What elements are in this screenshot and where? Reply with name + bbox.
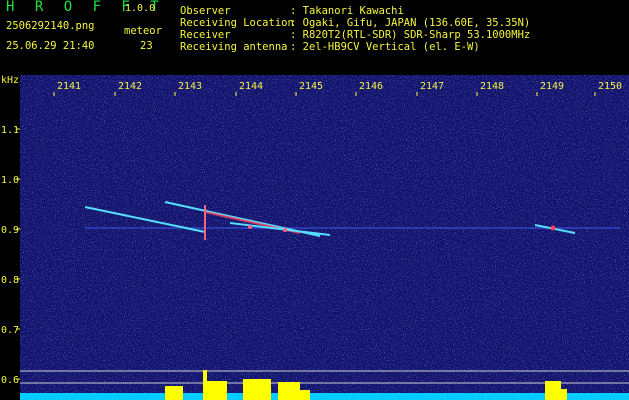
location-label: Receiving Location bbox=[180, 17, 294, 29]
y-axis-strip bbox=[0, 75, 20, 400]
y-tick-0-6: 0.6 bbox=[1, 375, 19, 386]
x-tick-2142: 2142 bbox=[118, 81, 142, 92]
y-tick-0-8: 0.8 bbox=[1, 275, 19, 286]
x-tick-2148: 2148 bbox=[480, 81, 504, 92]
meteor-count: 23 bbox=[140, 40, 153, 52]
y-tick-0-9: 0.9 bbox=[1, 225, 19, 236]
x-tick-2147: 2147 bbox=[420, 81, 444, 92]
observer-value: : Takanori Kawachi bbox=[290, 5, 404, 17]
observer-label: Observer bbox=[180, 5, 231, 17]
spectrogram-plot: kHz 1.1 1.0 0.9 0.8 0.7 0.6 2141 2142 21… bbox=[0, 75, 629, 400]
echo-core bbox=[283, 228, 287, 232]
noise-texture bbox=[20, 75, 629, 400]
y-tick-1-0: 1.0 bbox=[1, 175, 19, 186]
antenna-value: : 2el-HB9CV Vertical (el. E-W) bbox=[290, 41, 480, 53]
x-tick-2149: 2149 bbox=[540, 81, 564, 92]
location-value: : Ogaki, Gifu, JAPAN (136.60E, 35.35N) bbox=[290, 17, 531, 29]
x-tick-2145: 2145 bbox=[299, 81, 323, 92]
x-tick-2144: 2144 bbox=[239, 81, 263, 92]
x-tick-2150: 2150 bbox=[598, 81, 622, 92]
echo-core bbox=[248, 225, 252, 229]
meteor-label: meteor bbox=[124, 25, 162, 37]
y-axis-unit: kHz bbox=[1, 75, 19, 86]
x-tick-2141: 2141 bbox=[57, 81, 81, 92]
file-name: 2506292140.png bbox=[6, 20, 95, 32]
capture-datetime: 25.06.29 21:40 bbox=[6, 40, 95, 52]
receiver-label: Receiver bbox=[180, 29, 231, 41]
y-tick-1-1: 1.1 bbox=[1, 125, 19, 136]
antenna-label: Receiving antenna bbox=[180, 41, 288, 53]
echo-core bbox=[550, 225, 556, 231]
header-panel: H R O F F T 1.0.0 2506292140.png meteor … bbox=[0, 0, 629, 75]
intensity-baseline bbox=[20, 393, 629, 400]
x-tick-2143: 2143 bbox=[178, 81, 202, 92]
receiver-value: : R820T2(RTL-SDR) SDR-Sharp 53.1000MHz bbox=[290, 29, 531, 41]
x-tick-2146: 2146 bbox=[359, 81, 383, 92]
app-version: 1.0.0 bbox=[125, 3, 156, 14]
y-tick-0-7: 0.7 bbox=[1, 325, 19, 336]
